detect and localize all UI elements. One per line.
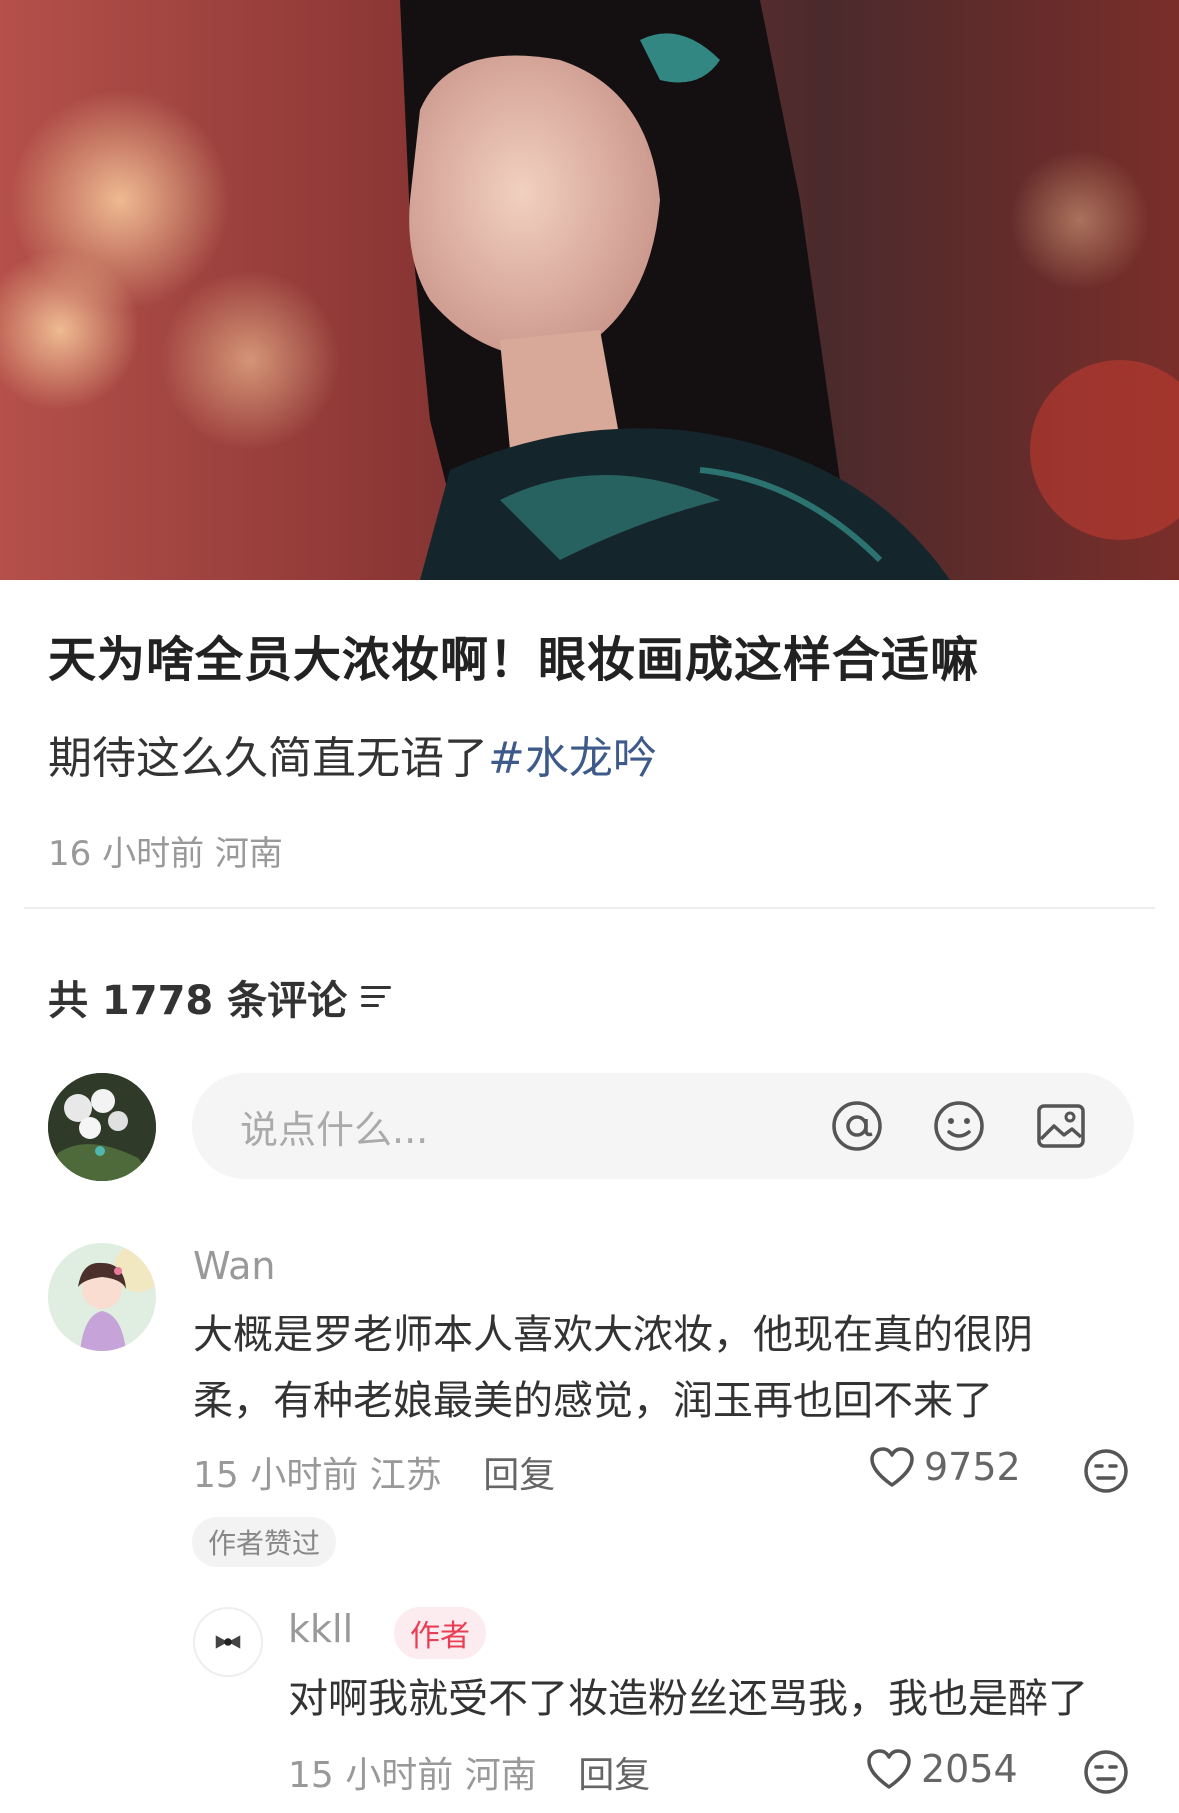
- at-icon[interactable]: [828, 1097, 886, 1155]
- comment-text: 大概是罗老师本人喜欢大浓妆，他现在真的很阴柔，有种老娘最美的感觉，润玉再也回不来…: [193, 1312, 1033, 1424]
- post-title: 天为啥全员大浓妆啊！眼妆画成这样合适嘛: [48, 632, 980, 688]
- like-button[interactable]: 9752: [868, 1445, 1021, 1489]
- reply-button[interactable]: 回复: [483, 1455, 555, 1496]
- comment-location: 江苏: [369, 1455, 442, 1496]
- comment-avatar[interactable]: [48, 1243, 156, 1351]
- comment-count-label: 共 1778 条评论: [48, 978, 348, 1024]
- comment-username[interactable]: Wan: [193, 1244, 276, 1288]
- comment-meta: 15 小时前 江苏 回复: [193, 1446, 555, 1498]
- sort-lines-icon[interactable]: [361, 982, 395, 1012]
- reply-button[interactable]: 回复: [578, 1755, 650, 1796]
- reply-meta: 15 小时前 河南 回复: [288, 1746, 650, 1798]
- like-count: 9752: [924, 1445, 1021, 1489]
- author-liked-badge: 作者赞过: [192, 1517, 337, 1567]
- like-count: 2054: [921, 1747, 1018, 1791]
- hashtag-link[interactable]: #水龙吟: [488, 733, 657, 784]
- heart-icon: [870, 1447, 914, 1487]
- neutral-face-icon[interactable]: [1083, 1749, 1129, 1795]
- comment-input[interactable]: 说点什么...: [192, 1073, 1134, 1179]
- post-body-text: 期待这么久简直无语了: [48, 733, 488, 784]
- reply-text: 对啊我就受不了妆造粉丝还骂我，我也是醉了: [288, 1676, 1088, 1722]
- cover-photo: [0, 0, 1179, 580]
- comment-count-header[interactable]: 共 1778 条评论: [48, 968, 395, 1026]
- reply-location: 河南: [464, 1755, 537, 1796]
- reply-avatar[interactable]: [193, 1607, 263, 1677]
- post-location: 河南: [214, 834, 283, 874]
- reply-time: 15 小时前: [288, 1755, 454, 1796]
- smiley-icon[interactable]: [930, 1097, 988, 1155]
- divider: [24, 907, 1155, 909]
- image-icon[interactable]: [1032, 1097, 1090, 1155]
- avatar-image: [48, 1243, 156, 1351]
- avatar-image: [48, 1073, 156, 1181]
- reply-username[interactable]: kkll: [288, 1607, 353, 1651]
- avatar-image: [215, 1635, 241, 1649]
- comment-time: 15 小时前: [193, 1455, 359, 1496]
- post-time: 16 小时前: [48, 834, 205, 874]
- comment-input-placeholder: 说点什么...: [240, 1107, 429, 1152]
- like-button[interactable]: 2054: [865, 1747, 1018, 1791]
- post-cover-image[interactable]: [0, 0, 1179, 580]
- author-badge: 作者: [394, 1607, 486, 1659]
- heart-icon: [867, 1749, 911, 1789]
- post-body: 期待这么久简直无语了#水龙吟: [48, 722, 657, 786]
- neutral-face-icon[interactable]: [1083, 1448, 1129, 1494]
- post-meta: 16 小时前 河南: [48, 826, 283, 875]
- my-avatar[interactable]: [48, 1073, 156, 1181]
